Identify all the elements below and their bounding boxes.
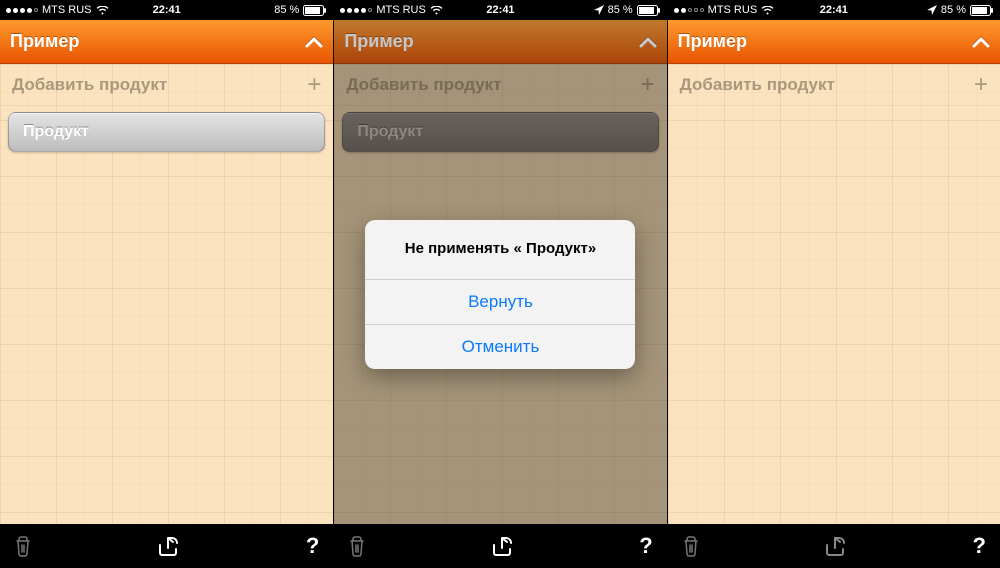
help-icon[interactable]: ? [306, 533, 319, 559]
share-icon[interactable] [823, 536, 849, 556]
product-item-label: Продукт [23, 123, 89, 141]
carrier-label: MTS RUS [376, 4, 426, 16]
nav-title: Пример [344, 31, 632, 52]
nav-title: Пример [10, 31, 299, 52]
battery-icon [303, 5, 327, 16]
carrier-label: MTS RUS [708, 4, 758, 16]
clock: 22:41 [820, 4, 848, 16]
battery-pct: 85 % [608, 4, 633, 16]
battery-icon [970, 5, 994, 16]
battery-icon [637, 5, 661, 16]
signal-dots-icon [6, 8, 38, 13]
screen-normal: MTS RUS 22:41 85 % Пример Добавить проду… [0, 0, 333, 568]
add-product-row[interactable]: Добавить продукт + [668, 64, 1000, 106]
list-area: Добавить продукт + [668, 64, 1000, 524]
plus-icon: + [307, 71, 321, 99]
wifi-icon [761, 6, 774, 15]
carrier-label: MTS RUS [42, 4, 92, 16]
signal-dots-icon [674, 8, 704, 13]
chevron-up-icon[interactable] [305, 36, 323, 48]
add-product-label: Добавить продукт [12, 75, 167, 95]
battery-pct: 85 % [941, 4, 966, 16]
status-bar: MTS RUS 22:41 85 % [668, 0, 1000, 20]
trash-icon[interactable] [14, 535, 32, 557]
product-item[interactable]: Продукт [8, 112, 325, 152]
nav-bar: Пример [668, 20, 1000, 64]
clock: 22:41 [486, 4, 514, 16]
bottom-toolbar: ? [334, 524, 666, 568]
add-product-label: Добавить продукт [680, 75, 835, 95]
alert-message: Не применять « Продукт» [365, 220, 635, 280]
nav-bar: Пример [0, 20, 333, 64]
clock: 22:41 [153, 4, 181, 16]
location-icon [594, 5, 604, 15]
bottom-toolbar: ? [0, 524, 333, 568]
nav-bar: Пример [334, 20, 666, 64]
add-product-row[interactable]: Добавить продукт + [0, 64, 333, 106]
list-area: Добавить продукт + Продукт [0, 64, 333, 524]
trash-icon[interactable] [682, 535, 700, 557]
chevron-up-icon[interactable] [639, 36, 657, 48]
location-icon [927, 5, 937, 15]
screen-empty: MTS RUS 22:41 85 % Пример Добавить проду… [667, 0, 1000, 568]
signal-dots-icon [340, 8, 372, 13]
alert-revert-button[interactable]: Вернуть [365, 280, 635, 325]
screen-modal: MTS RUS 22:41 85 % Пример Добавить проду… [333, 0, 666, 568]
list-area: Добавить продукт + Продукт Не применять … [334, 64, 666, 524]
help-icon[interactable]: ? [973, 533, 986, 559]
chevron-up-icon[interactable] [972, 36, 990, 48]
battery-pct: 85 % [274, 4, 299, 16]
status-bar: MTS RUS 22:41 85 % [334, 0, 666, 20]
help-icon[interactable]: ? [639, 533, 652, 559]
wifi-icon [96, 6, 109, 15]
share-icon[interactable] [156, 536, 182, 556]
status-bar: MTS RUS 22:41 85 % [0, 0, 333, 20]
share-icon[interactable] [490, 536, 516, 556]
alert-cancel-button[interactable]: Отменить [365, 325, 635, 369]
trash-icon[interactable] [348, 535, 366, 557]
plus-icon: + [974, 71, 988, 99]
nav-title: Пример [678, 31, 966, 52]
bottom-toolbar: ? [668, 524, 1000, 568]
alert-sheet: Не применять « Продукт» Вернуть Отменить [365, 220, 635, 369]
modal-backdrop[interactable]: Не применять « Продукт» Вернуть Отменить [334, 64, 666, 524]
wifi-icon [430, 6, 443, 15]
